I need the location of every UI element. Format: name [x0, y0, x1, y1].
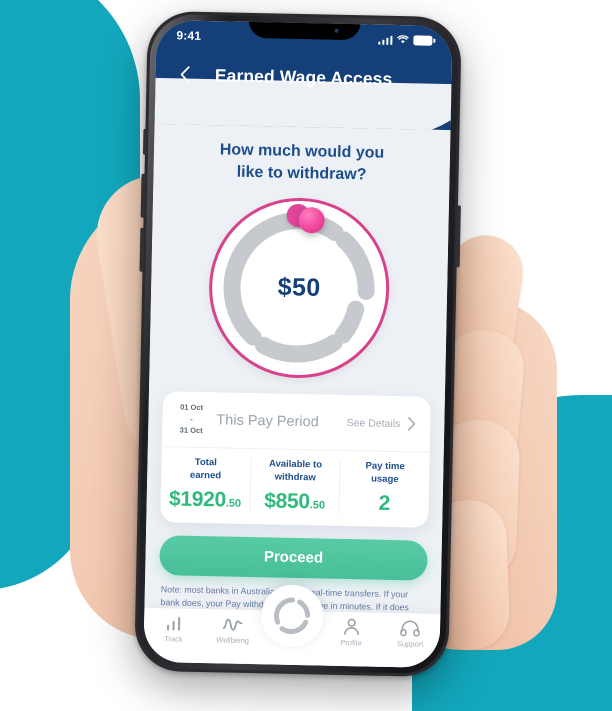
stat-label-line-2: usage — [371, 473, 399, 486]
stat-value: $1920.50 — [162, 487, 247, 513]
sidebar-item-label: Wellbeing — [216, 635, 250, 646]
screen-content: How much would you like to withdraw? $50… — [143, 123, 451, 669]
headset-icon — [400, 619, 421, 637]
sidebar-item-profile[interactable]: Profile — [321, 618, 381, 648]
front-camera-dot — [334, 28, 339, 33]
cellular-signal-icon — [377, 35, 393, 45]
stat-label: Pay time usage — [342, 460, 427, 487]
pulse-wave-icon — [222, 615, 243, 632]
silent-switch[interactable] — [142, 128, 148, 155]
device-notch — [248, 19, 362, 41]
wifi-icon — [396, 31, 409, 49]
withdraw-prompt: How much would you like to withdraw? — [153, 138, 450, 187]
navigation-bar: Earned Wage Access — [155, 50, 452, 104]
page-title: Earned Wage Access — [214, 64, 393, 89]
status-clock: 9:41 — [176, 28, 202, 43]
bar-chart-icon — [165, 614, 183, 631]
pay-period-row[interactable]: 01 Oct - 31 Oct This Pay Period See Deta… — [161, 391, 431, 453]
sidebar-item-wellbeing[interactable]: Wellbeing — [203, 615, 263, 645]
stat-available-to-withdraw: Available to withdraw $850.50 — [249, 458, 340, 515]
stat-total-earned: Total earned $1920.50 — [160, 456, 250, 512]
status-icon-group — [377, 31, 433, 50]
period-date-separator: - — [190, 414, 193, 424]
stat-value-amount: $1920 — [168, 487, 227, 512]
selected-amount: $50 — [277, 273, 321, 303]
stat-value: 2 — [342, 491, 427, 517]
period-start-date: 01 Oct — [180, 402, 204, 413]
phone-device: 9:41 Earned Wage Access How much would y… — [134, 10, 462, 678]
sidebar-item-track[interactable]: Track — [144, 614, 204, 644]
stat-label: Available to withdraw — [253, 458, 338, 485]
person-icon — [343, 618, 360, 636]
stat-value: $850.50 — [252, 489, 337, 515]
stat-value-amount: 2 — [378, 491, 391, 515]
volume-down-button[interactable] — [139, 227, 145, 272]
stat-label-line-2: earned — [189, 469, 222, 482]
screenshot-stage: 9:41 Earned Wage Access How much would y… — [0, 0, 612, 711]
stat-value-cents: .50 — [309, 498, 326, 512]
pay-period-label: This Pay Period — [216, 411, 319, 431]
stat-value-cents: .50 — [225, 497, 242, 510]
back-chevron-icon[interactable] — [171, 61, 198, 88]
proceed-button[interactable]: Proceed — [159, 534, 428, 581]
stat-label: Total earned — [163, 456, 248, 483]
pay-period-card: 01 Oct - 31 Oct This Pay Period See Deta… — [160, 391, 431, 528]
see-details-link[interactable]: See Details — [347, 417, 401, 430]
chevron-right-icon[interactable] — [407, 416, 416, 431]
stat-label-line-2: withdraw — [274, 471, 316, 484]
sidebar-item-label: Support — [396, 639, 424, 649]
sidebar-item-label: Track — [164, 634, 183, 644]
sidebar-item-support[interactable]: Support — [380, 619, 440, 649]
pay-period-date-range: 01 Oct - 31 Oct — [172, 402, 211, 438]
battery-icon — [413, 35, 433, 46]
stat-value-amount: $850 — [264, 489, 311, 513]
sidebar-item-label: Profile — [340, 637, 362, 648]
withdraw-amount-dial[interactable]: $50 — [207, 196, 392, 381]
stat-pay-time-usage: Pay time usage 2 — [338, 459, 430, 517]
volume-up-button[interactable] — [140, 173, 146, 218]
pay-stats-row: Total earned $1920.50 Available to withd… — [160, 447, 430, 527]
phone-screen: 9:41 Earned Wage Access How much would y… — [143, 19, 453, 669]
period-end-date: 31 Oct — [179, 425, 203, 436]
